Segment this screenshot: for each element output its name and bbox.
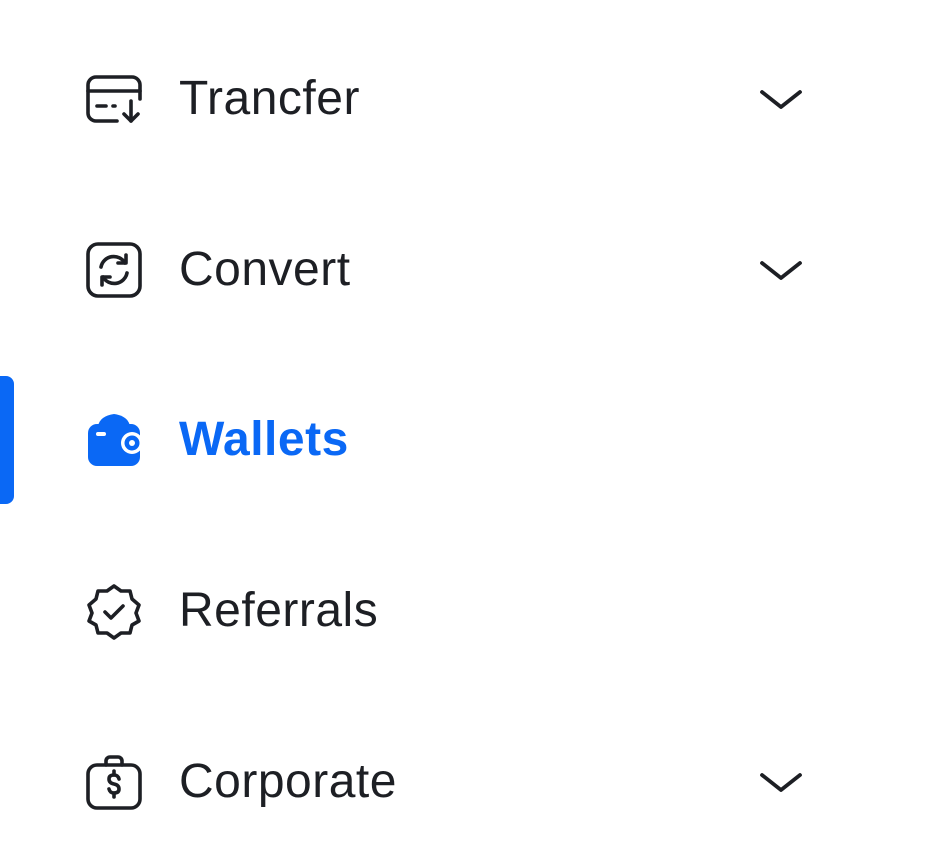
convert-arrows-icon — [84, 240, 144, 300]
transfer-card-icon — [84, 69, 144, 129]
sidebar-item-label: Trancfer — [179, 72, 360, 125]
sidebar-nav: Trancfer Convert Wallets Referrals Corpo… — [0, 0, 951, 844]
wallet-icon — [84, 410, 144, 470]
sidebar-item-wallets[interactable]: Wallets — [0, 376, 951, 504]
sidebar-item-label: Corporate — [179, 755, 397, 808]
chevron-down-icon[interactable] — [756, 82, 806, 116]
chevron-down-icon[interactable] — [756, 765, 806, 799]
sidebar-item-label: Convert — [179, 243, 351, 296]
sidebar-item-label: Referrals — [179, 584, 379, 637]
briefcase-dollar-icon — [84, 752, 144, 812]
sidebar-item-convert[interactable]: Convert — [0, 206, 951, 334]
sidebar-item-transfer[interactable]: Trancfer — [0, 35, 951, 163]
sidebar-item-referrals[interactable]: Referrals — [0, 547, 951, 675]
sidebar-item-label: Wallets — [179, 413, 349, 466]
sidebar-item-corporate[interactable]: Corporate — [0, 718, 951, 846]
verified-badge-icon — [84, 581, 144, 641]
chevron-down-icon[interactable] — [756, 253, 806, 287]
